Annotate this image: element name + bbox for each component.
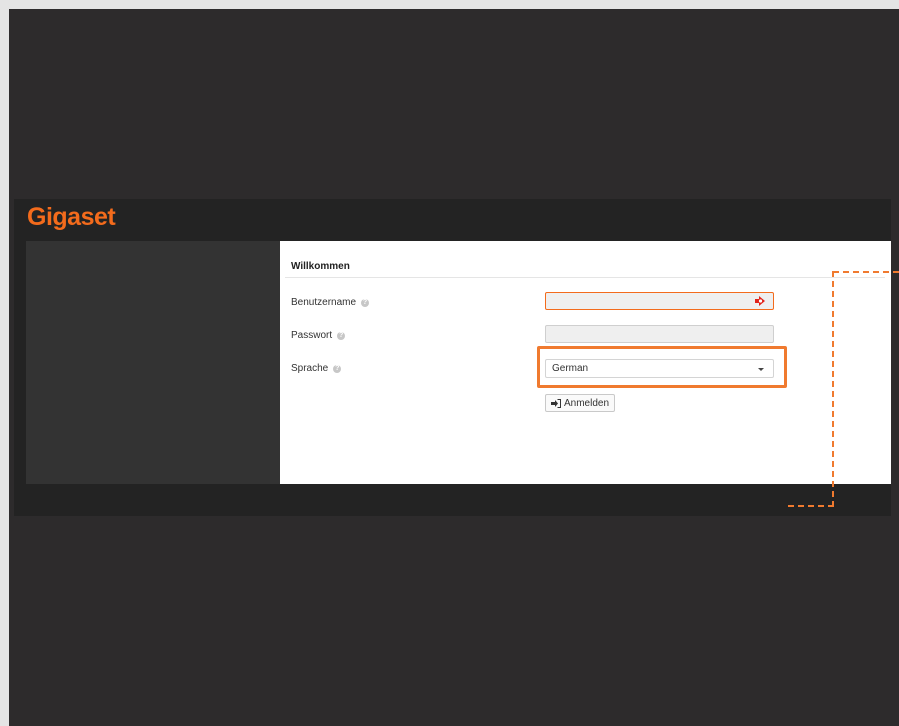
- help-icon[interactable]: ?: [333, 364, 342, 373]
- login-button[interactable]: Anmelden: [545, 394, 616, 412]
- username-field[interactable]: [545, 292, 774, 310]
- callout-line-vertical: [832, 271, 834, 507]
- panel-divider: [285, 277, 885, 278]
- header-bar: [14, 199, 891, 241]
- username-label: Benutzername: [291, 297, 357, 308]
- language-label-row: Sprache ?: [291, 363, 342, 374]
- sidebar: [26, 241, 280, 484]
- help-icon[interactable]: ?: [361, 298, 370, 307]
- language-label: Sprache: [291, 363, 329, 374]
- callout-line-top: [833, 271, 899, 273]
- help-icon[interactable]: ?: [337, 331, 346, 340]
- username-label-row: Benutzername ?: [291, 297, 370, 308]
- sign-in-icon: [551, 398, 561, 408]
- callout-line-bottom: [788, 505, 834, 507]
- password-label: Passwort: [291, 330, 333, 341]
- panel-title: Willkommen: [291, 261, 350, 272]
- password-field[interactable]: [545, 325, 774, 343]
- left-frame-strip: [14, 241, 26, 516]
- login-button-label: Anmelden: [564, 397, 610, 409]
- language-highlight-frame: [537, 346, 787, 388]
- password-label-row: Passwort ?: [291, 330, 346, 341]
- gigaset-logo: Gigaset: [27, 203, 116, 231]
- footer-bar: [14, 484, 891, 516]
- autofill-key-icon[interactable]: [754, 295, 766, 307]
